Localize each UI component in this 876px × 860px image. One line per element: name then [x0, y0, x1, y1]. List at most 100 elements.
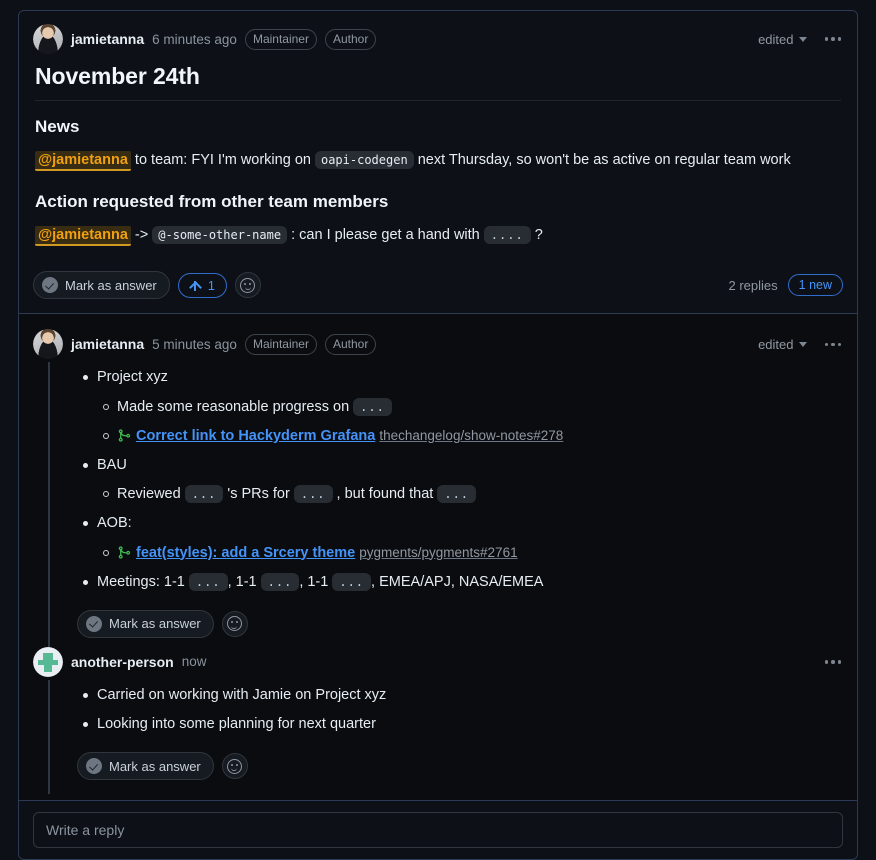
mark-as-answer-button[interactable]: Mark as answer — [33, 271, 170, 300]
code-span-redacted: ... — [188, 572, 228, 591]
reply-2-body: Carried on working with Jamie on Project… — [33, 678, 843, 786]
check-circle-icon — [86, 615, 102, 632]
thread-line — [48, 679, 50, 795]
kebab-menu-icon[interactable] — [823, 340, 844, 350]
comment-author[interactable]: another-person — [71, 654, 174, 670]
action-text-2: ? — [530, 227, 543, 244]
pr-link[interactable]: feat(styles): add a Srcery theme — [136, 545, 355, 561]
code-span-redacted: ... — [353, 397, 392, 416]
replies-info: 2 replies 1 new — [728, 274, 843, 297]
sub-bullet-list: feat(styles): add a Srcery theme pygment… — [97, 542, 843, 565]
edited-label: edited — [758, 336, 794, 352]
reply-2-header: another-person now — [33, 646, 843, 678]
comment-timestamp: now — [181, 654, 207, 670]
reply-1-body: Project xyz Made some reasonable progres… — [33, 360, 843, 644]
avatar-photo-jamietanna — [33, 24, 63, 54]
top-comment-header: jamietanna 6 minutes ago Maintainer Auth… — [33, 23, 843, 55]
code-span-redacted: ... — [332, 572, 372, 591]
comment-timestamp: 6 minutes ago — [152, 31, 237, 47]
comment-author[interactable]: jamietanna — [71, 336, 144, 352]
add-reaction-button[interactable] — [234, 272, 261, 299]
pr-link[interactable]: Correct link to Hackyderm Grafana — [136, 428, 375, 444]
upvote-count: 1 — [207, 277, 215, 293]
top-comment: jamietanna 6 minutes ago Maintainer Auth… — [19, 11, 857, 314]
news-text-1: to team: FYI I'm working on — [130, 152, 315, 168]
list-item: Meetings: 1-1 ..., 1-1 ..., 1-1 ..., EME… — [77, 571, 843, 594]
code-span-other-name: @-some-other-name — [152, 226, 288, 245]
sub-bullet-list: Made some reasonable progress on ... Cor… — [97, 396, 843, 448]
code-span-redacted-1: .... — [483, 226, 531, 245]
badge-author: Author — [324, 28, 377, 50]
comment-timestamp: 5 minutes ago — [152, 336, 237, 352]
list-item: Looking into some planning for next quar… — [77, 713, 843, 736]
discussion-page: jamietanna 6 minutes ago Maintainer Auth… — [0, 0, 876, 860]
meetings-part-0: Meetings: 1-1 — [97, 573, 189, 590]
reply-1-header-right: edited — [758, 337, 843, 352]
reply-2-header-right — [823, 657, 844, 667]
replies-count-label: 2 replies — [728, 277, 778, 293]
avatar[interactable] — [33, 24, 63, 54]
comment-author[interactable]: jamietanna — [71, 31, 144, 47]
write-reply-bar — [19, 800, 857, 860]
code-span-oapi-codegen: oapi-codegen — [314, 151, 414, 169]
thread-line — [48, 362, 50, 652]
code-span-redacted: ... — [437, 485, 477, 504]
bau-part-0: Reviewed — [117, 486, 185, 503]
arrow-text: -> — [130, 227, 153, 244]
mark-as-answer-label: Mark as answer — [109, 758, 201, 774]
action-requested-paragraph: @jamietanna -> @-some-other-name : can I… — [35, 224, 841, 247]
news-text-2: next Thursday, so won't be as active on … — [413, 152, 791, 168]
arrow-up-icon — [190, 279, 201, 292]
reply-2-actions: Mark as answer — [77, 742, 843, 786]
mention-link-2[interactable]: @jamietanna — [35, 226, 131, 247]
action-text-1: : can I please get a hand with — [287, 227, 484, 244]
code-span-redacted: ... — [184, 485, 224, 504]
code-span-redacted: ... — [260, 572, 300, 591]
reply-1-actions: Mark as answer — [77, 600, 843, 644]
check-circle-icon — [86, 758, 102, 775]
smiley-icon — [227, 758, 243, 774]
list-item: Reviewed ... 's PRs for ... , but found … — [97, 483, 843, 506]
top-comment-body: November 24th News @jamietanna to team: … — [33, 55, 843, 247]
upvote-button[interactable]: 1 — [177, 272, 227, 298]
discussion-thread-frame: jamietanna 6 minutes ago Maintainer Auth… — [18, 10, 858, 860]
edited-dropdown[interactable]: edited — [758, 336, 807, 352]
chevron-down-icon — [798, 36, 807, 42]
check-circle-icon — [42, 277, 58, 294]
bullet-list: Carried on working with Jamie on Project… — [77, 684, 843, 736]
mention-link[interactable]: @jamietanna — [35, 151, 131, 171]
section-heading-action-requested: Action requested from other team members — [35, 192, 389, 212]
reply-input[interactable] — [33, 812, 843, 849]
replies-area: jamietanna 5 minutes ago Maintainer Auth… — [19, 313, 857, 801]
add-reaction-button[interactable] — [221, 610, 248, 637]
smiley-icon — [240, 277, 256, 293]
chevron-down-icon — [798, 341, 807, 347]
pr-repo-reference[interactable]: pygments/pygments#2761 — [359, 545, 517, 560]
badge-maintainer: Maintainer — [244, 28, 317, 50]
mark-as-answer-button[interactable]: Mark as answer — [77, 609, 214, 638]
add-reaction-button[interactable] — [221, 753, 248, 780]
merged-pull-request-icon — [118, 429, 131, 442]
kebab-menu-icon[interactable] — [823, 657, 844, 667]
edited-dropdown[interactable]: edited — [758, 32, 807, 47]
list-item: BAU Reviewed ... 's PRs for ... , but fo… — [77, 454, 843, 506]
bullet-text: BAU — [97, 456, 127, 473]
badge-author: Author — [324, 333, 377, 355]
bau-part-2: 's PRs for — [223, 486, 294, 503]
bullet-list: Project xyz Made some reasonable progres… — [77, 366, 843, 594]
reply-comment-2: another-person now Carried on working wi… — [33, 646, 843, 795]
avatar[interactable] — [33, 329, 63, 360]
list-item: feat(styles): add a Srcery theme pygment… — [97, 542, 843, 565]
mark-as-answer-button[interactable]: Mark as answer — [77, 752, 214, 781]
pr-repo-reference[interactable]: thechangelog/show-notes#278 — [379, 428, 563, 443]
kebab-menu-icon[interactable] — [823, 34, 844, 44]
bullet-text: Project xyz — [97, 369, 168, 386]
list-item: Carried on working with Jamie on Project… — [77, 684, 843, 707]
avatar[interactable] — [33, 646, 63, 677]
meetings-part-6: , EMEA/APJ, NASA/EMEA — [371, 573, 544, 590]
new-replies-badge[interactable]: 1 new — [787, 274, 843, 297]
avatar-identicon-another-person — [33, 646, 63, 677]
list-item: Project xyz Made some reasonable progres… — [77, 366, 843, 448]
section-heading-news: News — [35, 117, 80, 136]
list-item: AOB: feat(styles): add a Srcery theme py… — [77, 512, 843, 564]
